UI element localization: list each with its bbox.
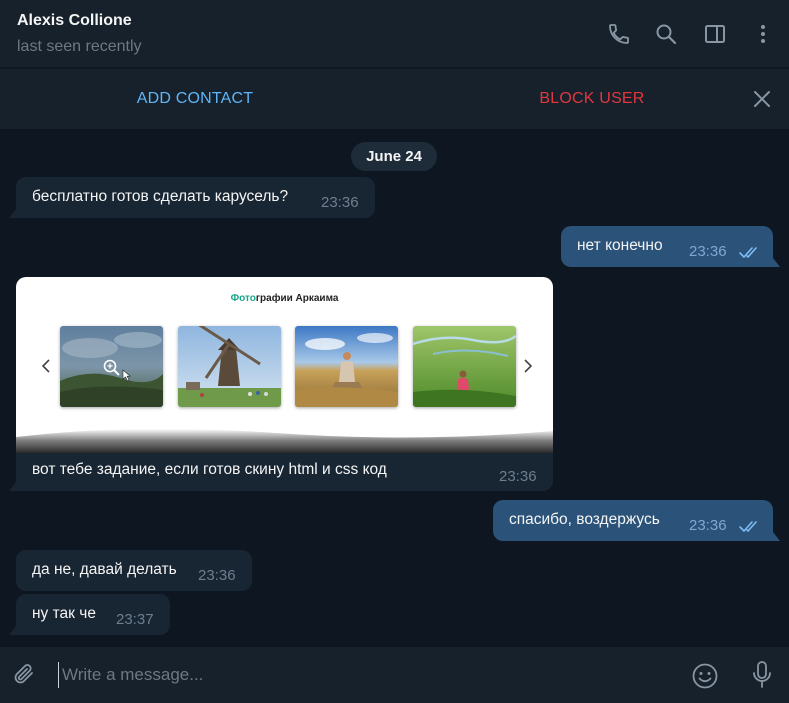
carousel-photo-2 [178,326,281,407]
date-separator: June 24 [351,142,437,171]
carousel-prev-arrow [40,357,52,375]
voice-record-button[interactable] [748,660,776,690]
contact-action-bar: ADD CONTACT BLOCK USER [0,69,789,129]
message-time: 23:36 [499,468,537,485]
message-bubble[interactable]: нет конечно 23:36 [561,226,780,267]
decorative-wave [16,428,553,453]
block-user-button[interactable]: BLOCK USER [397,69,787,129]
chevron-right-icon [524,359,533,373]
message-composer [0,647,789,703]
emoji-button[interactable] [690,661,720,691]
message-bubble[interactable]: да не, давай делать 23:36 [16,550,252,591]
message-time: 23:36 [321,194,359,211]
carousel-photo-3 [295,326,398,407]
message-time: 23:36 [689,243,727,260]
message-bubble[interactable]: бесплатно готов сделать карусель? 23:36 [9,177,375,218]
message-text: бесплатно готов сделать карусель? [32,188,289,205]
carousel-photo-4 [413,326,516,407]
sidebar-toggle-icon [705,25,725,43]
close-action-bar-button[interactable] [748,85,776,113]
message-text: ну так че [32,605,96,622]
peer-name[interactable]: Alexis Collione [17,12,132,30]
more-button[interactable] [750,20,776,48]
message-text: спасибо, воздержусь [509,511,660,528]
message-input[interactable] [58,662,658,688]
search-button[interactable] [653,20,679,48]
message-time: 23:37 [116,611,154,628]
read-receipt-icon [739,247,757,258]
read-receipt-icon [739,521,757,532]
carousel-title: Фотографии Аркаима [230,293,339,304]
close-icon [754,91,770,107]
message-time: 23:36 [198,567,236,584]
sidebar-toggle-button[interactable] [702,20,728,48]
emoji-icon [692,663,718,689]
chevron-left-icon [41,359,50,373]
carousel-photo-1 [60,326,163,407]
peer-status: last seen recently [17,38,142,55]
message-text: нет конечно [577,237,663,254]
message-bubble[interactable]: ну так че 23:37 [9,594,170,635]
carousel-next-arrow [522,357,534,375]
message-time: 23:36 [689,517,727,534]
search-icon [656,24,677,45]
message-text: да не, давай делать [32,561,177,578]
call-button[interactable] [606,20,632,48]
media-message-bubble[interactable]: Фотографии Аркаима вот тебе задание, есл… [9,277,553,491]
phone-icon [609,24,629,44]
carousel-screenshot[interactable]: Фотографии Аркаима [16,277,553,453]
attach-button[interactable] [11,661,39,689]
message-text: вот тебе задание, если готов скину html … [32,461,387,478]
more-vertical-icon [761,25,765,43]
telegram-chat-window: Alexis Collione last seen recently ADD C… [0,0,789,703]
message-bubble[interactable]: спасибо, воздержусь 23:36 [493,500,780,541]
add-contact-button[interactable]: ADD CONTACT [0,69,390,129]
chat-header: Alexis Collione last seen recently [0,0,789,68]
paperclip-icon [14,664,33,684]
microphone-icon [753,661,771,688]
